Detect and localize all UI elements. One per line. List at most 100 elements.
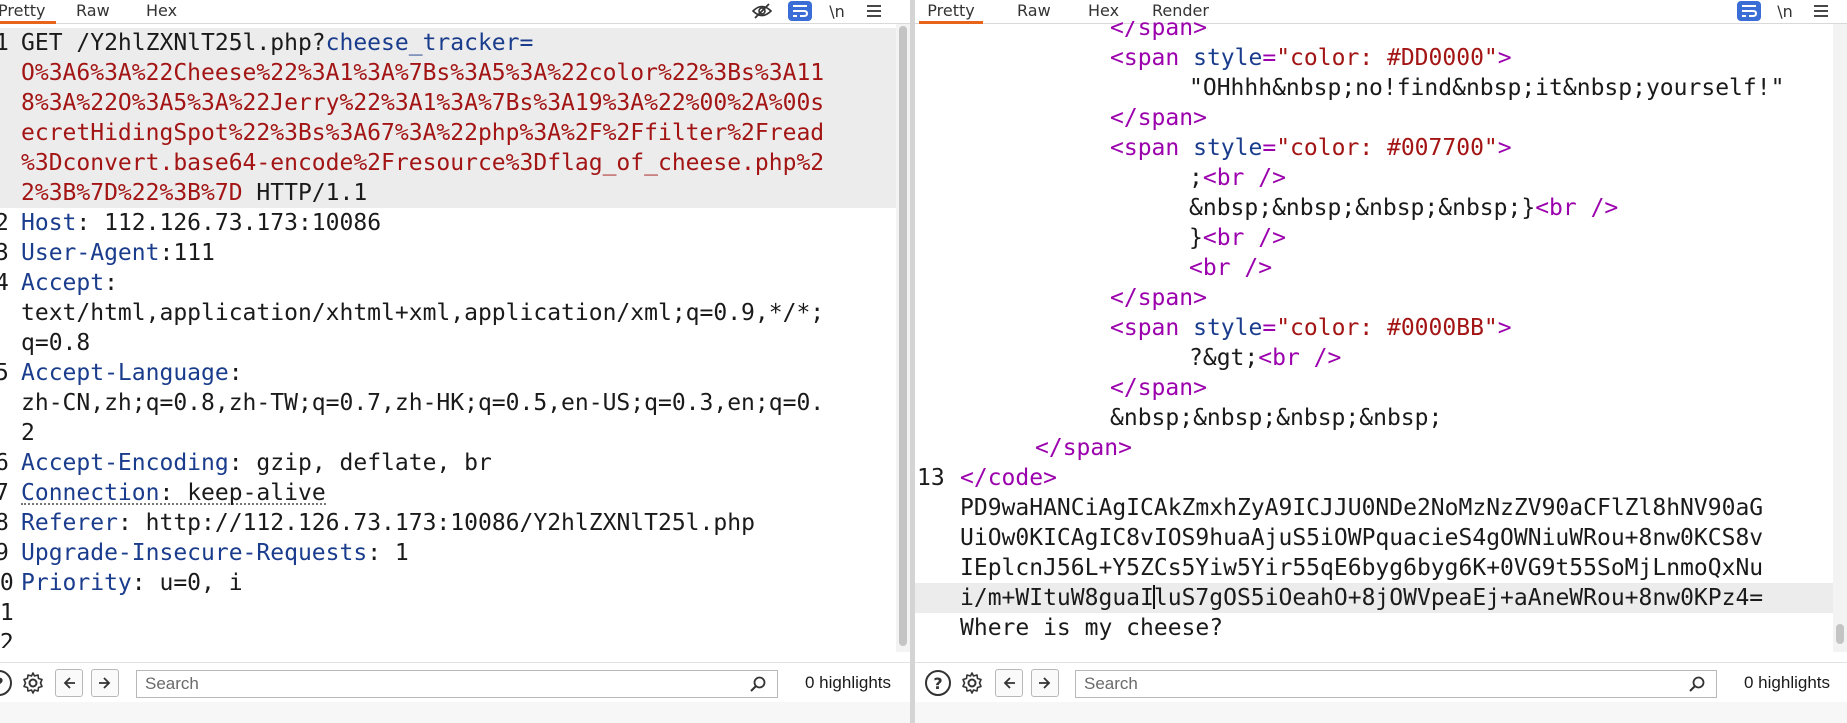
tab-hex[interactable]: Hex — [146, 0, 177, 24]
back-arrow-icon[interactable] — [55, 669, 83, 697]
text-content: } — [1189, 225, 1203, 251]
tab-pretty[interactable]: Pretty — [0, 0, 56, 24]
tab-raw[interactable]: Raw — [76, 0, 110, 24]
response-search-input[interactable] — [1075, 670, 1717, 698]
wrap-icon[interactable] — [1737, 1, 1761, 21]
text-content: ; — [1189, 165, 1203, 191]
request-line: 3 User-Agent:111 — [0, 238, 896, 268]
header-value: zh-CN,zh;q=0.8,zh-TW;q=0.7,zh-HK;q=0.5,e… — [21, 390, 825, 416]
request-line-wrap: O%3A6%3A%22Cheese%22%3A1%3A%7Bs%3A5%3A%2… — [0, 58, 896, 88]
header-name: Accept — [21, 270, 105, 296]
header-colon: : — [104, 270, 118, 296]
http-version: HTTP/1.1 — [242, 180, 368, 206]
response-line: IEplcnJ56L+Y5ZCs5Yiw5Yir55qE6byg6byg6K+0… — [915, 553, 1833, 583]
response-line: &nbsp;&nbsp;&nbsp;&nbsp;}<br /> — [915, 193, 1833, 223]
back-arrow-icon[interactable] — [995, 669, 1023, 697]
request-line-wrap: text/html,application/xhtml+xml,applicat… — [0, 298, 896, 328]
request-status-strip — [0, 702, 910, 723]
header-value: 1 — [381, 540, 409, 566]
response-line: </span> — [915, 373, 1833, 403]
help-icon[interactable]: ? — [925, 670, 951, 696]
request-panel: Pretty Raw Hex \n 1 GET /Y2hlZXNlT25l.ph… — [0, 0, 910, 723]
response-line-text: <span style="color: #0000BB"> — [1110, 313, 1512, 343]
response-vertical-scrollbar[interactable] — [1833, 24, 1847, 652]
search-icon[interactable] — [1683, 670, 1711, 698]
response-line: UiOw0KICAgIC8vIOS9huaAjuS5iOWPquacieS4gO… — [915, 523, 1833, 553]
help-icon[interactable]: ? — [0, 670, 12, 696]
request-line-text: User-Agent:111 — [21, 238, 215, 268]
response-line: </span> — [915, 283, 1833, 313]
eye-slash-icon[interactable] — [750, 0, 774, 22]
param-value: %3Dconvert.base64-encode%2Fresource%3Dfl… — [21, 150, 825, 176]
attr-value: "color: #DD0000" — [1276, 45, 1498, 71]
request-line-wrap: ecretHidingSpot%22%3Bs%3A67%3A%22php%3A%… — [0, 118, 896, 148]
forward-arrow-icon[interactable] — [91, 669, 119, 697]
line-number: 7 — [0, 480, 9, 506]
request-line: 4 Accept: — [0, 268, 896, 298]
request-vertical-scrollbar[interactable] — [896, 24, 910, 652]
request-line-wrap: q=0.8 — [0, 328, 896, 358]
response-line-text: <span style="color: #DD0000"> — [1110, 43, 1512, 73]
param-value: 2%3B%7D%22%3B%7D — [21, 180, 243, 206]
settings-icon[interactable] — [958, 669, 986, 697]
header-name: Connection — [21, 480, 160, 506]
header-value: text/html,application/xhtml+xml,applicat… — [21, 300, 825, 326]
scrollbar-thumb[interactable] — [899, 26, 907, 646]
forward-arrow-icon[interactable] — [1031, 669, 1059, 697]
html-tag: <span — [1110, 135, 1194, 161]
line-number: 1 — [0, 30, 9, 56]
response-line-text: }<br /> — [1189, 223, 1286, 253]
header-name: Accept-Encoding — [21, 450, 229, 476]
line-number: 3 — [0, 240, 9, 266]
html-tag: </span> — [1110, 375, 1207, 401]
param-name: cheese_tracker — [325, 30, 520, 56]
request-line-text: Host: 112.126.73.173:10086 — [21, 208, 381, 238]
request-line-wrap: %3Dconvert.base64-encode%2Fresource%3Dfl… — [0, 148, 896, 178]
request-line-text: Accept-Language: — [21, 358, 243, 388]
menu-icon[interactable] — [1809, 0, 1833, 22]
param-value: O%3A6%3A%22Cheese%22%3A1%3A%7Bs%3A5%3A%2… — [21, 60, 825, 86]
newline-toggle-icon[interactable]: \n — [1773, 0, 1797, 22]
header-colon: : — [131, 570, 146, 596]
header-value: q=0.8 — [21, 330, 91, 356]
header-value: http://112.126.73.173:10086/Y2hlZXNlT25l… — [131, 510, 755, 536]
param-value: 8%3A%22O%3A5%3A%22Jerry%22%3A1%3A%7Bs%3A… — [21, 90, 825, 116]
menu-icon[interactable] — [862, 0, 886, 22]
response-editor[interactable]: </span> <span style="color: #DD0000"> "O… — [915, 21, 1833, 641]
request-line-wrap: 2 — [0, 418, 896, 448]
response-line-text: ?&gt;<br /> — [1189, 343, 1341, 373]
response-line: "OHhhh&nbsp;no!find&nbsp;it&nbsp;yoursel… — [915, 73, 1833, 103]
request-search-input[interactable] — [136, 670, 778, 698]
response-search-bar: ? 0 highlights — [915, 662, 1847, 702]
scrollbar-thumb[interactable] — [1836, 624, 1844, 644]
response-line: </span> — [915, 433, 1833, 463]
request-line-text: Priority: u=0, i — [21, 568, 243, 598]
tag-close: > — [1497, 315, 1512, 341]
request-line: 6 Accept-Encoding: gzip, deflate, br — [0, 448, 896, 478]
attr-name: style — [1193, 45, 1263, 71]
response-line: i/m+WItuW8guaIluS7gOS5iOeahO+8jOWVpeaEj+… — [915, 583, 1833, 613]
newline-toggle-icon[interactable]: \n — [825, 0, 849, 22]
request-line: 12 — [0, 628, 896, 648]
response-line-text: i/m+WItuW8guaIluS7gOS5iOeahO+8jOWVpeaEj+… — [960, 583, 1763, 613]
html-tag: <br /> — [1258, 345, 1342, 371]
attr-value: "color: #007700" — [1276, 135, 1498, 161]
line-number: 2 — [0, 210, 9, 236]
html-tag: </span> — [1035, 435, 1132, 461]
attr-name: style — [1193, 135, 1263, 161]
header-name: Host — [21, 210, 77, 236]
request-line-text: Upgrade-Insecure-Requests: 1 — [21, 538, 409, 568]
line-number: 4 — [0, 270, 9, 296]
settings-icon[interactable] — [19, 669, 47, 697]
wrap-icon[interactable] — [788, 1, 812, 21]
html-tag: <br /> — [1202, 165, 1286, 191]
request-editor[interactable]: 1 GET /Y2hlZXNlT25l.php?cheese_tracker= … — [0, 28, 896, 648]
highlights-count: 0 highlights — [1744, 673, 1831, 692]
base64-text: i/m+WItuW8guaI — [960, 585, 1154, 611]
header-value: 111 — [173, 240, 215, 266]
header-value: 112.126.73.173:10086 — [90, 210, 382, 236]
search-icon[interactable] — [744, 670, 772, 698]
html-tag: <br /> — [1189, 255, 1273, 281]
tag-close: > — [1497, 135, 1512, 161]
header-name: Upgrade-Insecure-Requests — [21, 540, 368, 566]
